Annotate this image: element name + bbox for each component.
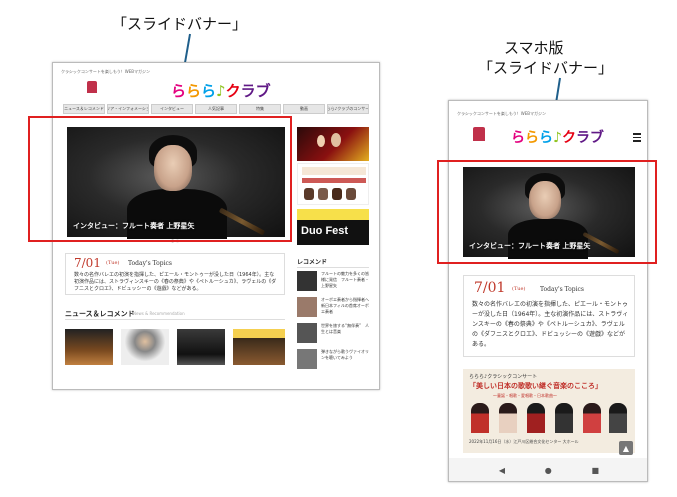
- desktop-side-ad-duo-fest[interactable]: Duo Fest: [297, 209, 369, 245]
- mobile-concert-date: 2022年11月16日（水）江戸川区総合文化センター 大ホール: [469, 439, 579, 444]
- desktop-todays-topics-label: Today's Topics: [128, 260, 172, 267]
- desktop-side-ad-1[interactable]: [297, 127, 369, 161]
- android-nav-bar: ◀ ● ■: [449, 458, 647, 481]
- recommend-item-2[interactable]: オーボエ奏者から指揮者へ 新日本フィルの首席オーボエ奏者: [321, 297, 373, 315]
- performer-photo-3: [527, 403, 545, 433]
- desktop-site-emblem-icon: [87, 81, 97, 93]
- mobile-site-logo[interactable]: ららら♪クラブ: [511, 127, 604, 147]
- desktop-todays-topics-box: 7/01 (Tue) Today's Topics 数々の名作バレエの初演を指揮…: [65, 253, 285, 295]
- recommend-item-3[interactable]: 世界を旅する“無伴奏” 人生とは音楽: [321, 323, 371, 335]
- recents-icon[interactable]: ■: [592, 466, 600, 475]
- desktop-news-thumb-1[interactable]: [65, 329, 113, 365]
- scroll-to-top-button[interactable]: ▲: [619, 441, 633, 455]
- recommend-thumb-3[interactable]: [297, 323, 317, 343]
- back-icon[interactable]: ◀: [499, 466, 505, 475]
- recommend-thumb-2[interactable]: [297, 297, 317, 317]
- nav-news[interactable]: ニュース＆レコメンド: [63, 104, 105, 114]
- performer-photo-4: [555, 403, 573, 433]
- recommend-thumb-4[interactable]: [297, 349, 317, 369]
- desktop-side-ad-concert[interactable]: [297, 163, 369, 205]
- nav-interview[interactable]: インタビュー: [151, 104, 193, 114]
- mobile-concert-kicker: ららら♪クラシックコンサート: [469, 374, 538, 380]
- performer-photo-1: [471, 403, 489, 433]
- mobile-screenshot: クラシックコンサートを楽しもう！WEBマガジン ららら♪クラブ インタビュー：フ…: [448, 100, 648, 482]
- desktop-news-thumb-4[interactable]: [233, 329, 285, 365]
- desktop-tagline: クラシックコンサートを楽しもう！WEBマガジン: [61, 69, 151, 74]
- recommend-item-1[interactable]: フルートの魅力を多くの皆様に発信 フルート奏者・上野星矢: [321, 271, 371, 289]
- desktop-recommend-title: レコメンド: [297, 259, 328, 266]
- nav-video[interactable]: 動画: [283, 104, 325, 114]
- desktop-news-thumb-2[interactable]: [121, 329, 169, 365]
- performer-photo-5: [583, 403, 601, 433]
- mobile-weekday: (Tue): [512, 286, 526, 292]
- home-icon[interactable]: ●: [545, 466, 552, 475]
- nav-popular[interactable]: 人気記事: [195, 104, 237, 114]
- performer-photo-6: [609, 403, 627, 433]
- desktop-highlight-box: [28, 116, 292, 242]
- desktop-news-title: ニュース＆レコメンド: [65, 310, 135, 318]
- desktop-news-thumb-3[interactable]: [177, 329, 225, 365]
- mobile-tagline: クラシックコンサートを楽しもう！WEBマガジン: [457, 111, 547, 116]
- desktop-weekday: (Tue): [106, 260, 120, 266]
- mobile-date: 7/01: [474, 280, 506, 296]
- desktop-site-logo[interactable]: ららら♪クラブ: [171, 80, 271, 101]
- recommend-thumb-1[interactable]: [297, 271, 317, 291]
- recommend-item-4[interactable]: 弾きながら歌うヴァイオリンを聴いてみよう: [321, 349, 371, 361]
- desktop-topic-text: 数々の名作バレエの初演を指揮した、ピエール・モントゥーが没した日（1964年）。…: [74, 272, 277, 292]
- mobile-concert-ad[interactable]: ららら♪クラシックコンサート 「美しい日本の歌歌い継ぐ音楽のこころ」 〜童謡・唱…: [463, 369, 635, 453]
- mobile-topic-text: 数々の名作バレエの初演を指揮した、ピエール・モントゥーが没した日（1964年）。…: [472, 301, 629, 348]
- desktop-global-nav: ニュース＆レコメンド エリア・インフォメーション インタビュー 人気記事 特集 …: [63, 104, 369, 114]
- mobile-todays-topics-box: 7/01 (Tue) Today's Topics 数々の名作バレエの初演を指揮…: [463, 275, 635, 357]
- nav-concert[interactable]: ららら♪クラブのコンサート: [327, 104, 369, 114]
- mobile-concert-title: 「美しい日本の歌歌い継ぐ音楽のこころ」: [469, 381, 602, 390]
- mobile-site-emblem-icon: [473, 127, 485, 141]
- desktop-news-subtitle: News & Recommendation: [133, 311, 185, 316]
- nav-feature[interactable]: 特集: [239, 104, 281, 114]
- hamburger-icon[interactable]: [633, 133, 641, 144]
- mobile-concert-subtitle: 〜童謡・唱歌・愛唱歌・日本歌曲〜: [493, 393, 557, 398]
- nav-area-info[interactable]: エリア・インフォメーション: [107, 104, 149, 114]
- mobile-todays-topics-label: Today's Topics: [540, 286, 584, 293]
- desktop-date: 7/01: [74, 256, 101, 270]
- mobile-highlight-box: [437, 160, 657, 264]
- performer-photo-2: [499, 403, 517, 433]
